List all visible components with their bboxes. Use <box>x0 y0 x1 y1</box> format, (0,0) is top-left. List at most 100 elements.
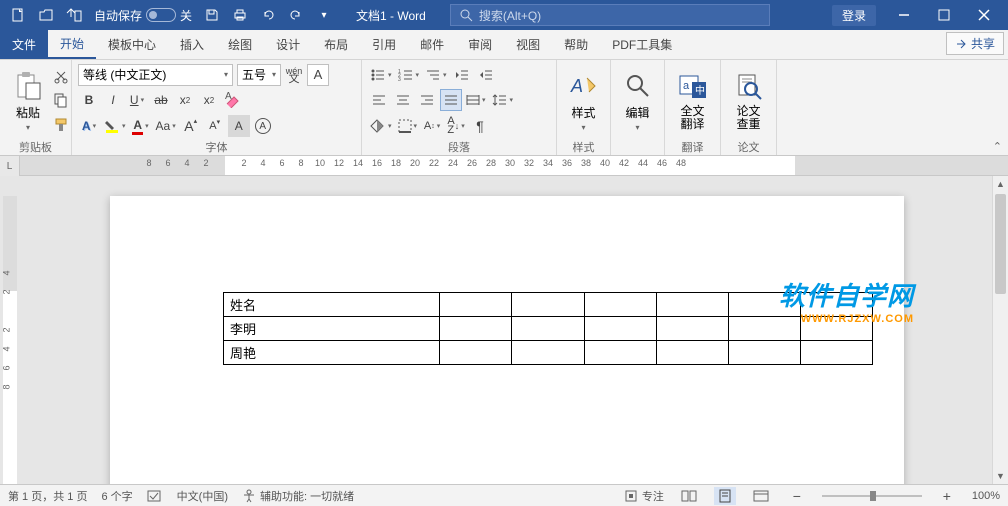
scroll-up-icon[interactable]: ▲ <box>993 176 1008 192</box>
table-cell[interactable] <box>512 293 584 317</box>
table-cell[interactable] <box>512 341 584 365</box>
save-as-icon[interactable] <box>60 1 88 29</box>
table-cell[interactable] <box>512 317 584 341</box>
tab-template[interactable]: 模板中心 <box>96 30 168 59</box>
zoom-knob[interactable] <box>870 491 876 501</box>
table-cell[interactable] <box>800 341 872 365</box>
tab-pdftools[interactable]: PDF工具集 <box>600 30 684 59</box>
accessibility-status[interactable]: 辅助功能: 一切就绪 <box>242 488 354 504</box>
search-box[interactable]: 搜索(Alt+Q) <box>450 4 770 26</box>
italic-button[interactable]: I <box>102 89 124 111</box>
clear-format-button[interactable]: A <box>222 89 244 111</box>
page-count[interactable]: 第 1 页，共 1 页 <box>8 488 87 504</box>
tab-references[interactable]: 引用 <box>360 30 408 59</box>
tab-file[interactable]: 文件 <box>0 30 48 59</box>
align-right-button[interactable] <box>416 89 438 111</box>
language-status[interactable]: 中文(中国) <box>177 488 228 504</box>
editing-button[interactable]: 编辑 ▾ <box>617 62 658 139</box>
qat-customize-icon[interactable]: ▾ <box>310 1 338 29</box>
read-mode-button[interactable] <box>678 487 700 505</box>
zoom-level[interactable]: 100% <box>972 490 1000 502</box>
horizontal-ruler[interactable]: 8642246810121416182022242628303234363840… <box>20 156 1008 176</box>
zoom-in-button[interactable]: + <box>936 487 958 505</box>
new-file-icon[interactable] <box>4 1 32 29</box>
autosave-toggle[interactable]: 自动保存 关 <box>88 7 198 24</box>
char-shading-button[interactable]: A <box>228 115 250 137</box>
minimize-button[interactable] <box>884 1 924 29</box>
table-cell[interactable]: 李明 <box>224 317 440 341</box>
show-marks-button[interactable]: ¶ <box>469 115 491 137</box>
distribute-button[interactable] <box>464 89 488 111</box>
tab-design[interactable]: 设计 <box>264 30 312 59</box>
copy-button[interactable] <box>50 89 72 111</box>
cut-button[interactable] <box>50 65 72 87</box>
format-painter-button[interactable] <box>50 114 72 136</box>
align-left-button[interactable] <box>368 89 390 111</box>
document-table[interactable]: 姓名李明周艳 <box>223 292 873 365</box>
phonetic-guide-button[interactable]: wén文 <box>283 64 305 86</box>
char-border-button[interactable]: A <box>307 64 329 86</box>
open-file-icon[interactable] <box>32 1 60 29</box>
shrink-font-button[interactable]: A▾ <box>204 115 226 137</box>
asian-layout-button[interactable]: A↕ <box>421 115 443 137</box>
vertical-ruler[interactable]: 422468 <box>0 176 20 484</box>
table-cell[interactable] <box>440 341 512 365</box>
tab-view[interactable]: 视图 <box>504 30 552 59</box>
table-cell[interactable] <box>728 341 800 365</box>
focus-mode[interactable]: 专注 <box>624 488 664 504</box>
font-size-combo[interactable]: 五号▾ <box>237 64 281 86</box>
subscript-button[interactable]: x2 <box>174 89 196 111</box>
tab-home[interactable]: 开始 <box>48 30 96 59</box>
table-cell[interactable] <box>584 341 656 365</box>
close-button[interactable] <box>964 1 1004 29</box>
undo-button[interactable] <box>254 1 282 29</box>
translate-button[interactable]: a中 全文 翻译 <box>671 62 714 139</box>
scroll-thumb[interactable] <box>995 194 1006 294</box>
superscript-button[interactable]: x2 <box>198 89 220 111</box>
increase-indent-button[interactable] <box>475 64 497 86</box>
table-cell[interactable]: 周艳 <box>224 341 440 365</box>
multilevel-list-button[interactable] <box>423 64 449 86</box>
font-color-button[interactable]: A <box>130 115 152 137</box>
maximize-button[interactable] <box>924 1 964 29</box>
numbering-button[interactable]: 123 <box>396 64 422 86</box>
vertical-scrollbar[interactable]: ▲ ▼ <box>992 176 1008 484</box>
print-layout-button[interactable] <box>714 487 736 505</box>
table-row[interactable]: 姓名 <box>224 293 873 317</box>
scroll-down-icon[interactable]: ▼ <box>993 468 1008 484</box>
bullets-button[interactable] <box>368 64 394 86</box>
spellcheck-icon[interactable] <box>147 489 163 503</box>
change-case-button[interactable]: Aa <box>154 115 178 137</box>
web-layout-button[interactable] <box>750 487 772 505</box>
table-row[interactable]: 周艳 <box>224 341 873 365</box>
bold-button[interactable]: B <box>78 89 100 111</box>
table-row[interactable]: 李明 <box>224 317 873 341</box>
styles-button[interactable]: A 样式 ▾ <box>563 62 604 139</box>
zoom-slider[interactable] <box>822 495 922 497</box>
decrease-indent-button[interactable] <box>451 64 473 86</box>
enclose-char-button[interactable]: A <box>252 115 274 137</box>
table-cell[interactable]: 姓名 <box>224 293 440 317</box>
grow-font-button[interactable]: A▴ <box>180 115 202 137</box>
sort-button[interactable]: AZ↓ <box>445 115 467 137</box>
table-cell[interactable] <box>440 293 512 317</box>
tab-review[interactable]: 审阅 <box>456 30 504 59</box>
text-effects-button[interactable]: A <box>78 115 100 137</box>
share-button[interactable]: 共享 <box>946 32 1004 55</box>
save-icon[interactable] <box>198 1 226 29</box>
table-cell[interactable] <box>656 341 728 365</box>
align-center-button[interactable] <box>392 89 414 111</box>
tab-selector[interactable]: L <box>0 156 20 176</box>
underline-button[interactable]: U <box>126 89 148 111</box>
shading-button[interactable] <box>368 115 394 137</box>
borders-button[interactable] <box>396 115 420 137</box>
page-scroll[interactable]: 软件自学网 WWW.RJZXW.COM 姓名李明周艳 <box>20 176 992 484</box>
justify-button[interactable] <box>440 89 462 111</box>
line-spacing-button[interactable] <box>490 89 516 111</box>
zoom-out-button[interactable]: − <box>786 487 808 505</box>
tab-draw[interactable]: 绘图 <box>216 30 264 59</box>
paste-button[interactable]: 粘贴 ▾ <box>6 62 50 139</box>
table-cell[interactable] <box>656 293 728 317</box>
redo-button[interactable] <box>282 1 310 29</box>
highlight-button[interactable] <box>102 115 128 137</box>
